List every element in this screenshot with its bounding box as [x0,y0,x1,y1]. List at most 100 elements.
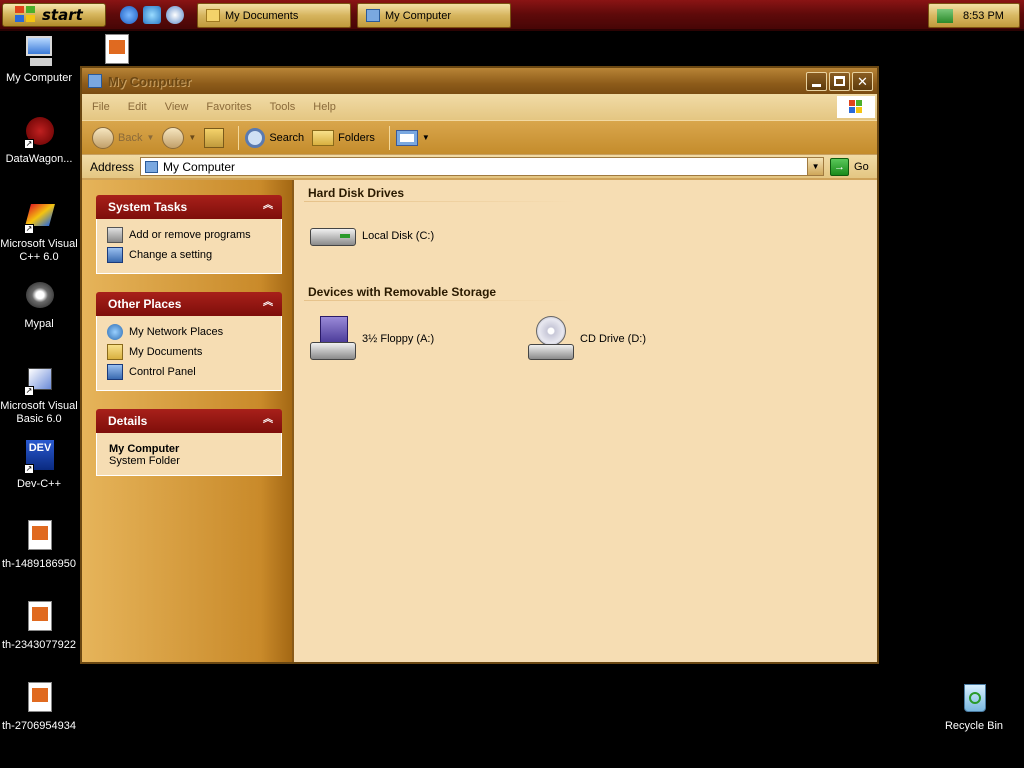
document-icon [22,601,56,635]
computer-icon [88,74,102,88]
views-button[interactable]: ▼ [395,129,430,146]
task-add-remove-programs[interactable]: Add or remove programs [107,225,271,245]
folder-icon [206,9,220,22]
maximize-button[interactable] [829,72,850,91]
computer-icon [145,160,159,173]
menu-file[interactable]: File [92,101,110,113]
document-icon [22,520,56,554]
floppy-drive-icon [310,316,356,362]
panel-title: Other Places [108,297,182,311]
place-my-network-places[interactable]: My Network Places [107,322,271,342]
add-remove-icon [107,227,123,243]
menu-edit[interactable]: Edit [128,101,147,113]
start-label: start [42,6,83,24]
collapse-icon[interactable]: ︽ [260,199,276,215]
task-change-setting[interactable]: Change a setting [107,245,271,265]
desktop-icon-th-2343077922[interactable]: th-2343077922 [0,601,78,652]
go-label: Go [854,160,869,173]
folders-button[interactable]: Folders [312,129,375,146]
task-my-documents[interactable]: My Documents [197,3,351,28]
menu-tools[interactable]: Tools [270,101,296,113]
desktop-icon-datawagon[interactable]: ↗ DataWagon... [0,115,78,166]
address-input[interactable]: My Computer ▼ [140,157,825,176]
mypal-icon [22,280,56,314]
computer-icon [22,34,56,68]
up-button[interactable] [204,127,225,148]
system-tasks-header[interactable]: System Tasks ︽ [96,195,282,219]
desktop-icon-label: Mypal [24,318,54,330]
forward-button[interactable]: ▼ [162,126,197,149]
desktop-icon-label: th-2706954934 [1,720,76,732]
outlook-express-icon[interactable] [143,6,161,24]
address-bar: Address My Computer ▼ → Go [82,154,877,178]
place-my-documents[interactable]: My Documents [107,342,271,362]
desktop-icon-th-1489186950[interactable]: th-1489186950 [0,520,78,571]
back-arrow-icon [92,126,114,149]
desktop-icon-label: th-1489186950 [1,558,76,570]
desktop-icon-label: Recycle Bin [944,720,1004,732]
drive-floppy-a[interactable]: 3½ Floppy (A:) [310,316,434,362]
title-bar[interactable]: My Computer ✕ [82,68,877,94]
recycle-bin-icon [957,682,991,716]
toolbar-separator [238,125,240,150]
go-button[interactable]: → Go [830,157,869,176]
cd-drive-icon [528,316,574,362]
desktop-icon-recycle-bin[interactable]: Recycle Bin [935,682,1013,733]
task-my-computer[interactable]: My Computer [357,3,511,28]
other-places-header[interactable]: Other Places ︽ [96,292,282,316]
details-type: System Folder [109,455,180,467]
task-label: My Documents [225,9,299,22]
details-name: My Computer [109,443,180,455]
drive-cd-d[interactable]: CD Drive (D:) [528,316,646,362]
control-panel-icon [107,364,123,380]
collapse-icon[interactable]: ︽ [260,413,276,429]
taskbar: start My Documents My Computer 8:53 PM [0,0,1024,31]
group-divider [304,300,576,301]
search-button[interactable]: Search [245,127,305,148]
folder-icon [107,344,123,360]
media-player-icon[interactable] [166,6,184,24]
desktop-icon-mypal[interactable]: Mypal [0,280,78,331]
toolbar: Back ▼ ▼ Search Folders ▼ [82,120,877,154]
address-value: My Computer [163,159,236,174]
desktop-icon-my-computer[interactable]: My Computer [0,34,78,85]
group-hard-disk-drives: Hard Disk Drives [308,186,405,200]
search-icon [245,127,266,148]
place-label: My Network Places [129,326,224,338]
desktop-icon-visual-basic[interactable]: ↗ Microsoft Visual Basic 6.0 [0,362,78,426]
back-label: Back [118,131,143,144]
minimize-button[interactable] [806,72,827,91]
menu-view[interactable]: View [165,101,189,113]
collapse-icon[interactable]: ︽ [260,296,276,312]
chevron-down-icon: ▼ [146,133,155,142]
panel-title: System Tasks [108,200,188,214]
place-control-panel[interactable]: Control Panel [107,362,271,382]
back-button[interactable]: Back ▼ [92,126,155,149]
explorer-window: My Computer ✕ File Edit View Favorites T… [80,66,879,664]
system-tasks-panel: System Tasks ︽ Add or remove programs Ch… [96,195,282,274]
desktop-icon-label: Microsoft Visual C++ 6.0 [0,238,78,263]
internet-explorer-icon[interactable] [120,6,138,24]
windows-flag-icon [15,6,37,24]
network-icon[interactable] [937,8,953,23]
control-panel-icon [107,247,123,263]
search-label: Search [269,131,305,144]
clock: 8:53 PM [963,9,1004,22]
windows-logo-icon [837,96,875,118]
details-header[interactable]: Details ︽ [96,409,282,433]
visual-basic-icon: ↗ [22,362,56,396]
desktop-icon-visual-cpp[interactable]: ↗ Microsoft Visual C++ 6.0 [0,200,78,264]
computer-icon [366,9,380,22]
task-pane: System Tasks ︽ Add or remove programs Ch… [82,180,294,662]
menu-favorites[interactable]: Favorites [206,101,251,113]
desktop-icon-th-2706954934[interactable]: th-2706954934 [0,682,78,733]
chevron-down-icon: ▼ [188,133,197,142]
close-button[interactable]: ✕ [852,72,873,91]
desktop-icon-label: Microsoft Visual Basic 6.0 [0,400,78,425]
menu-help[interactable]: Help [313,101,336,113]
start-button[interactable]: start [2,3,106,27]
drive-local-disk-c[interactable]: Local Disk (C:) [310,224,434,248]
desktop-icon-dev-cpp[interactable]: DEV ↗ Dev-C++ [0,440,78,491]
address-dropdown-button[interactable]: ▼ [807,158,824,175]
chevron-down-icon: ▼ [421,133,430,142]
